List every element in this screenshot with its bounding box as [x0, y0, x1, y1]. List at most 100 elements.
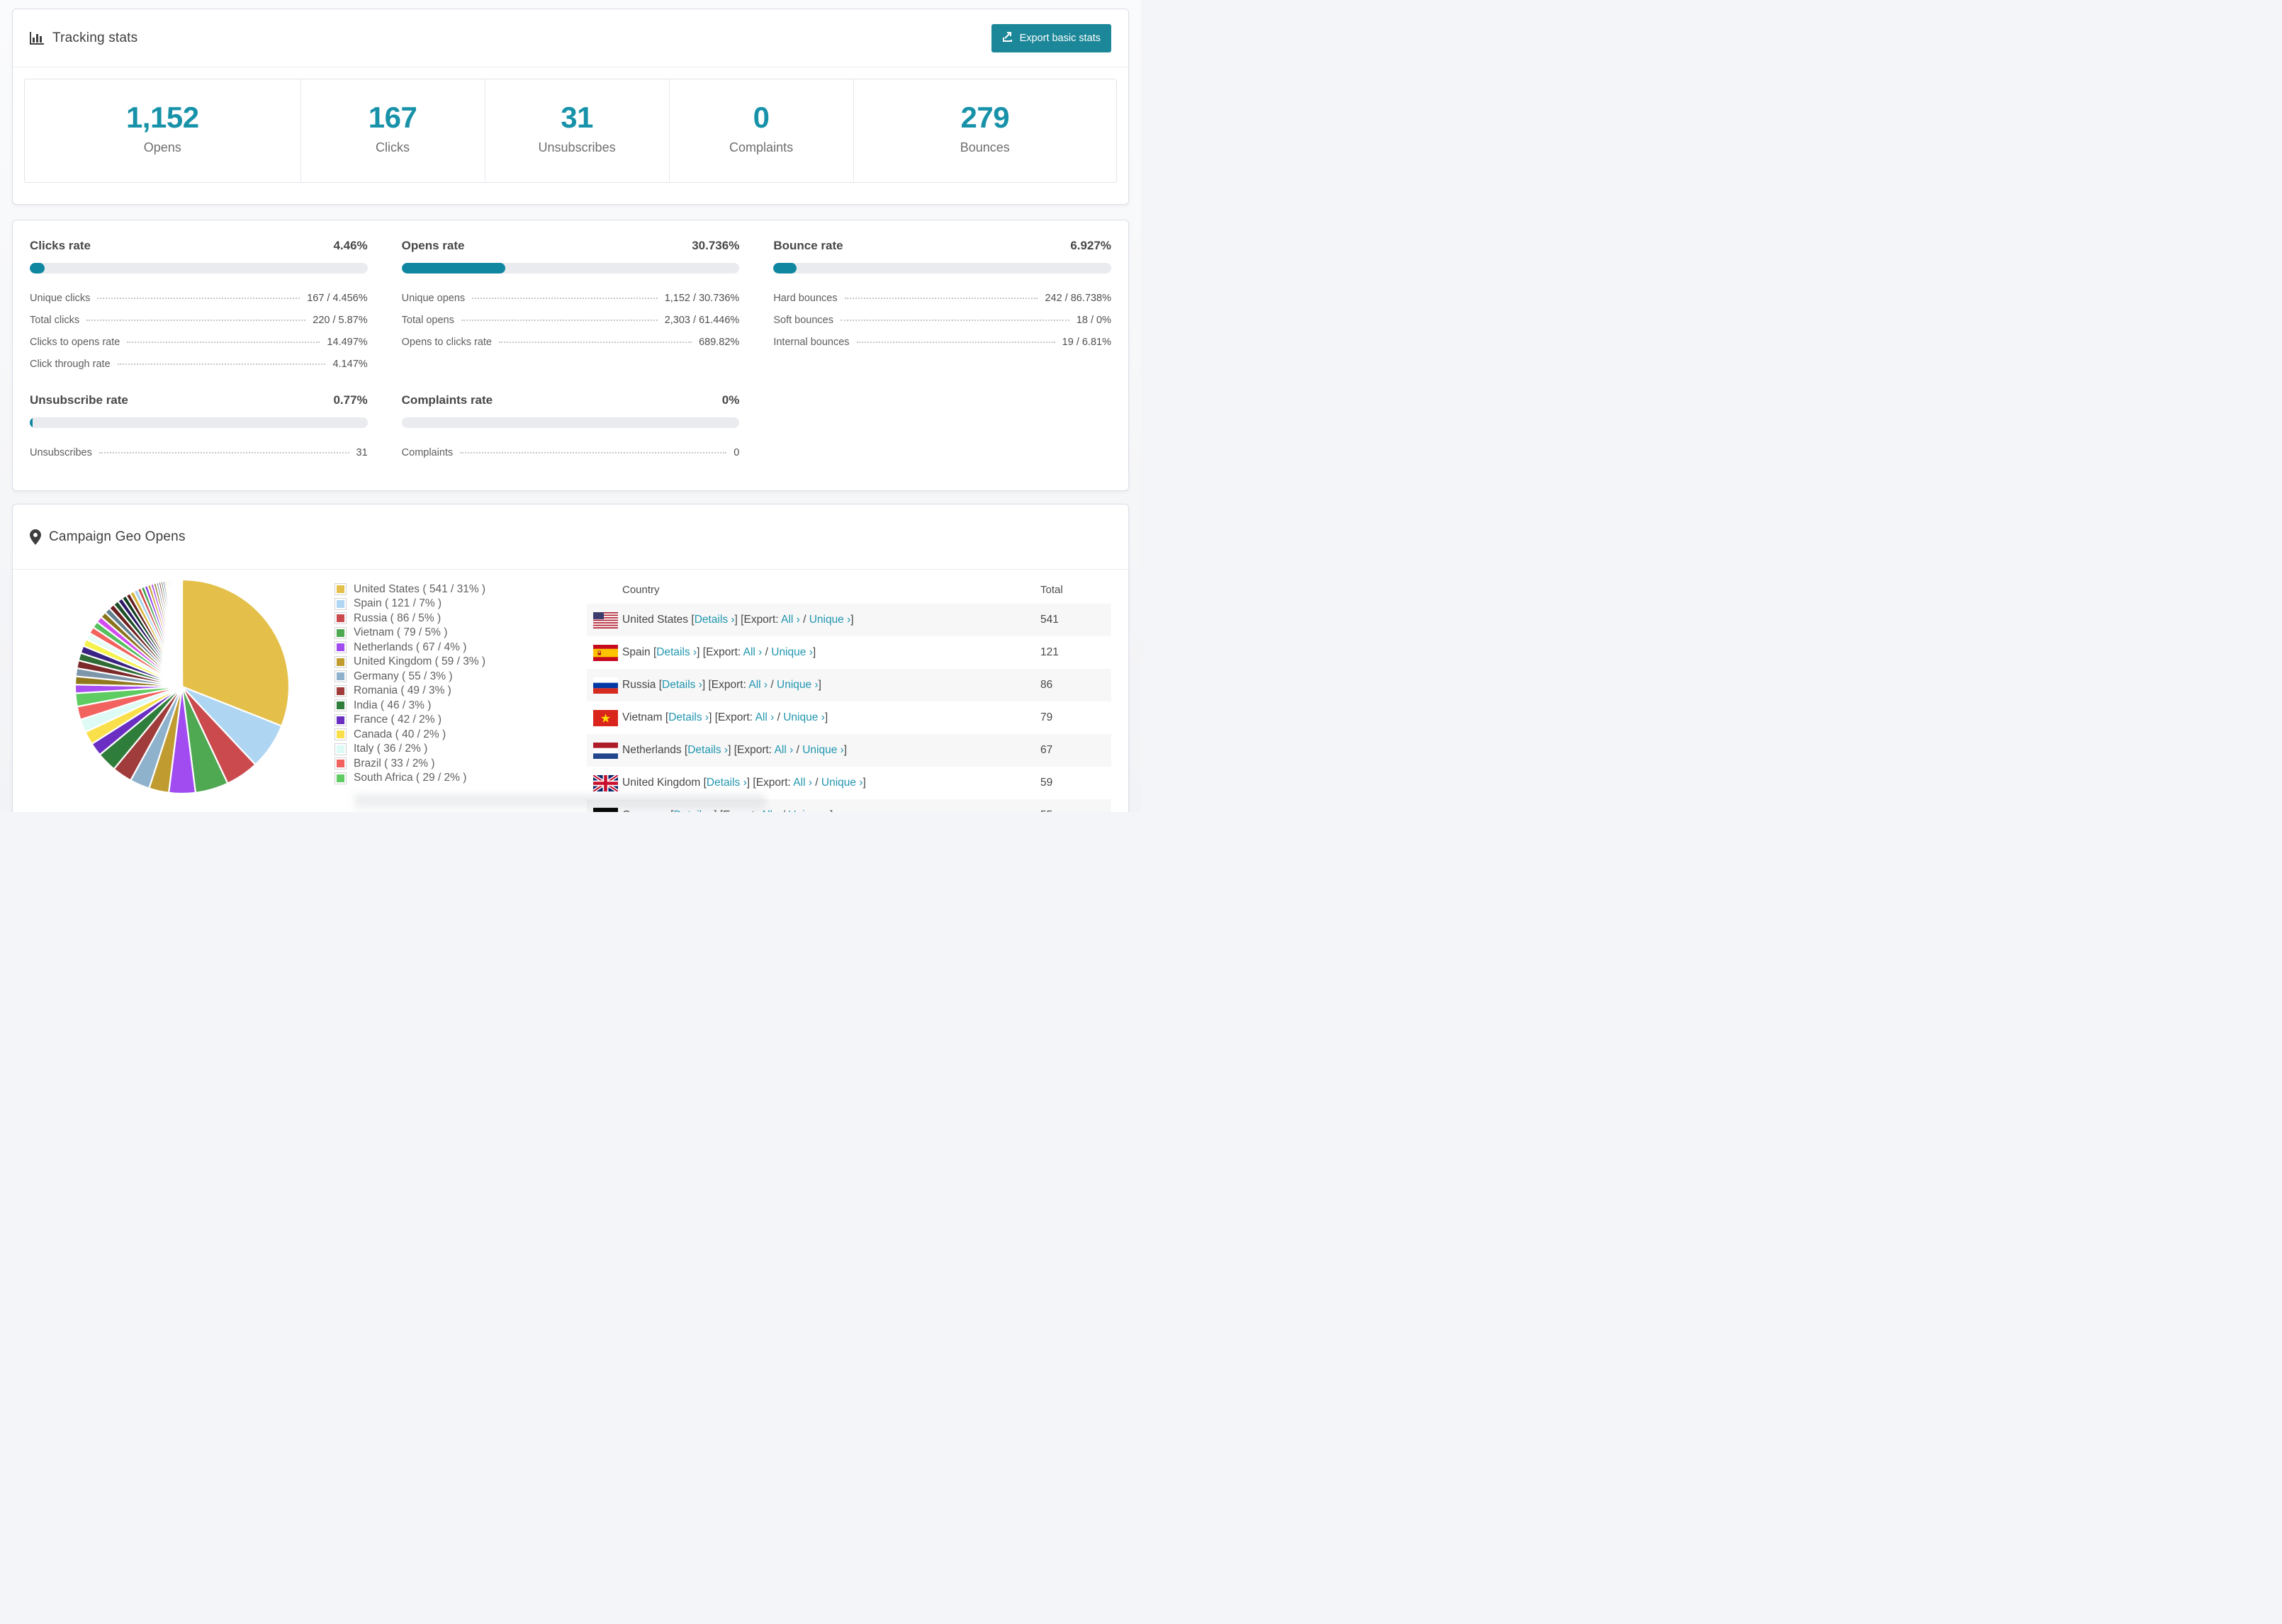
rate-block-bounce-rate: Bounce rate 6.927% Hard bounces 242 / 86.73… — [773, 233, 1111, 375]
rate-value: 30.736% — [692, 239, 740, 252]
flag-column-header — [587, 575, 622, 604]
export-all-link[interactable]: All › — [775, 744, 794, 756]
legend-swatch — [335, 583, 347, 595]
export-button-label: Export basic stats — [1019, 32, 1101, 44]
legend-item-netherlands[interactable]: Netherlands ( 67 / 4% ) — [335, 641, 587, 654]
geo-opens-header: Campaign Geo Opens — [13, 504, 1128, 570]
details-link[interactable]: Details › — [687, 744, 728, 756]
details-link[interactable]: Details › — [695, 614, 735, 626]
legend-item-france[interactable]: France ( 42 / 2% ) — [335, 714, 587, 726]
legend-item-spain[interactable]: Spain ( 121 / 7% ) — [335, 597, 587, 610]
rate-title: Unsubscribe rate — [30, 393, 128, 407]
rate-title: Opens rate — [401, 239, 465, 252]
metric-label: Unsubscribes — [30, 446, 92, 458]
export-all-link[interactable]: All › — [793, 777, 812, 789]
export-basic-stats-button[interactable]: Export basic stats — [991, 23, 1111, 52]
export-unique-link[interactable]: Unique › — [802, 744, 844, 756]
rate-title: Bounce rate — [773, 239, 843, 252]
export-unique-link[interactable]: Unique › — [821, 777, 863, 789]
flag-es-icon — [593, 644, 622, 661]
metric-row: Hard bounces 242 / 86.738% — [773, 287, 1111, 309]
geo-opens-title-text: Campaign Geo Opens — [49, 529, 186, 544]
metric-row: Opens to clicks rate 689.82% — [402, 331, 740, 353]
rate-progress-bar — [30, 263, 368, 274]
legend-item-united-states[interactable]: United States ( 541 / 31% ) — [335, 583, 587, 596]
dotted-leader — [460, 451, 727, 453]
rate-progress-bar — [401, 417, 740, 428]
country-name: Netherlands — [622, 744, 682, 756]
geo-opens-title: Campaign Geo Opens — [30, 529, 186, 545]
metric-value: 242 / 86.738% — [1045, 292, 1111, 304]
metric-row: Complaints 0 — [402, 441, 740, 463]
details-link[interactable]: Details › — [707, 777, 747, 789]
country-name: United Kingdom — [622, 777, 701, 789]
legend-item-italy[interactable]: Italy ( 36 / 2% ) — [335, 743, 587, 755]
export-all-link[interactable]: All › — [748, 679, 768, 691]
rate-value: 0% — [721, 393, 740, 407]
stat-value: 31 — [561, 101, 593, 134]
rate-title: Complaints rate — [401, 393, 493, 407]
legend-swatch — [335, 612, 347, 624]
legend-swatch — [335, 714, 347, 726]
stat-complaints: 0 Complaints — [670, 79, 854, 182]
rate-block-opens-rate: Opens rate 30.736% Unique opens 1,152 / 30.… — [401, 233, 740, 375]
flag-us-icon — [593, 611, 622, 628]
legend-item-brazil[interactable]: Brazil ( 33 / 2% ) — [335, 757, 587, 770]
dotted-leader — [461, 319, 658, 321]
details-link[interactable]: Details › — [662, 679, 702, 691]
details-link[interactable]: Details › — [656, 646, 697, 658]
export-unique-link[interactable]: Unique › — [777, 679, 819, 691]
legend-label: Russia ( 86 / 5% ) — [354, 611, 442, 624]
metric-label: Unique opens — [401, 292, 466, 304]
metric-value: 14.497% — [327, 336, 368, 348]
legend-swatch — [335, 772, 347, 784]
legend-item-vietnam[interactable]: Vietnam ( 79 / 5% ) — [335, 626, 587, 639]
pie-legend: United States ( 541 / 31% ) Spain ( 121 /… — [335, 575, 587, 812]
legend-item-south-africa[interactable]: South Africa ( 29 / 2% ) — [335, 772, 587, 784]
rate-value: 6.927% — [1070, 239, 1111, 252]
legend-label: France ( 42 / 2% ) — [354, 714, 442, 726]
stat-opens: 1,152 Opens — [25, 79, 301, 182]
metric-row: Clicks to opens rate 14.497% — [30, 331, 368, 353]
stat-label: Opens — [143, 140, 181, 154]
rate-progress-bar — [30, 417, 368, 428]
geo-table-row-ru: Russia [Details ›] [Export: All › / Uniq… — [587, 669, 1111, 701]
legend-item-germany[interactable]: Germany ( 55 / 3% ) — [335, 670, 587, 683]
legend-item-russia[interactable]: Russia ( 86 / 5% ) — [335, 612, 587, 625]
legend-swatch — [335, 597, 347, 610]
legend-label: South Africa ( 29 / 2% ) — [354, 772, 467, 784]
total-column-header: Total — [1040, 583, 1063, 596]
export-unique-link[interactable]: Unique › — [788, 809, 830, 812]
rate-progress-fill — [773, 263, 797, 274]
tracking-stats-header: Tracking stats Export basic stats — [13, 9, 1128, 67]
dotted-leader — [856, 341, 1055, 343]
stat-bounces: 279 Bounces — [854, 79, 1116, 182]
export-all-link[interactable]: All › — [743, 646, 763, 658]
legend-item-india[interactable]: India ( 46 / 3% ) — [335, 699, 587, 712]
geo-opens-card: Campaign Geo Opens United States ( 541 /… — [12, 504, 1129, 812]
export-unique-link[interactable]: Unique › — [783, 711, 825, 723]
rate-progress-fill — [401, 263, 506, 274]
rates-card: Clicks rate 4.46% Unique clicks 167 / 4.456… — [12, 220, 1129, 491]
legend-item-romania[interactable]: Romania ( 49 / 3% ) — [335, 684, 587, 697]
flag-ru-icon — [593, 677, 622, 694]
geo-content: United States ( 541 / 31% ) Spain ( 121 /… — [13, 570, 1128, 812]
legend-swatch — [335, 743, 347, 755]
dotted-leader — [472, 297, 658, 299]
summary-stats-row: 1,152 Opens 167 Clicks 31 Unsubscribes 0 Compla… — [24, 79, 1117, 183]
stat-value: 279 — [960, 101, 1010, 134]
details-link[interactable]: Details › — [668, 711, 709, 723]
metric-label: Hard bounces — [773, 292, 838, 304]
legend-label: Canada ( 40 / 2% ) — [354, 728, 446, 740]
legend-item-canada[interactable]: Canada ( 40 / 2% ) — [335, 728, 587, 741]
metric-value: 689.82% — [699, 336, 740, 348]
tracking-stats-card: Tracking stats Export basic stats 1,152 O… — [12, 9, 1129, 205]
export-all-link[interactable]: All › — [781, 614, 800, 626]
metric-label: Soft bounces — [773, 314, 833, 326]
export-unique-link[interactable]: Unique › — [809, 614, 851, 626]
export-all-link[interactable]: All › — [755, 711, 775, 723]
rate-value: 4.46% — [333, 239, 368, 252]
export-unique-link[interactable]: Unique › — [771, 646, 813, 658]
metric-value: 167 / 4.456% — [307, 292, 368, 304]
legend-item-united-kingdom[interactable]: United Kingdom ( 59 / 3% ) — [335, 655, 587, 668]
